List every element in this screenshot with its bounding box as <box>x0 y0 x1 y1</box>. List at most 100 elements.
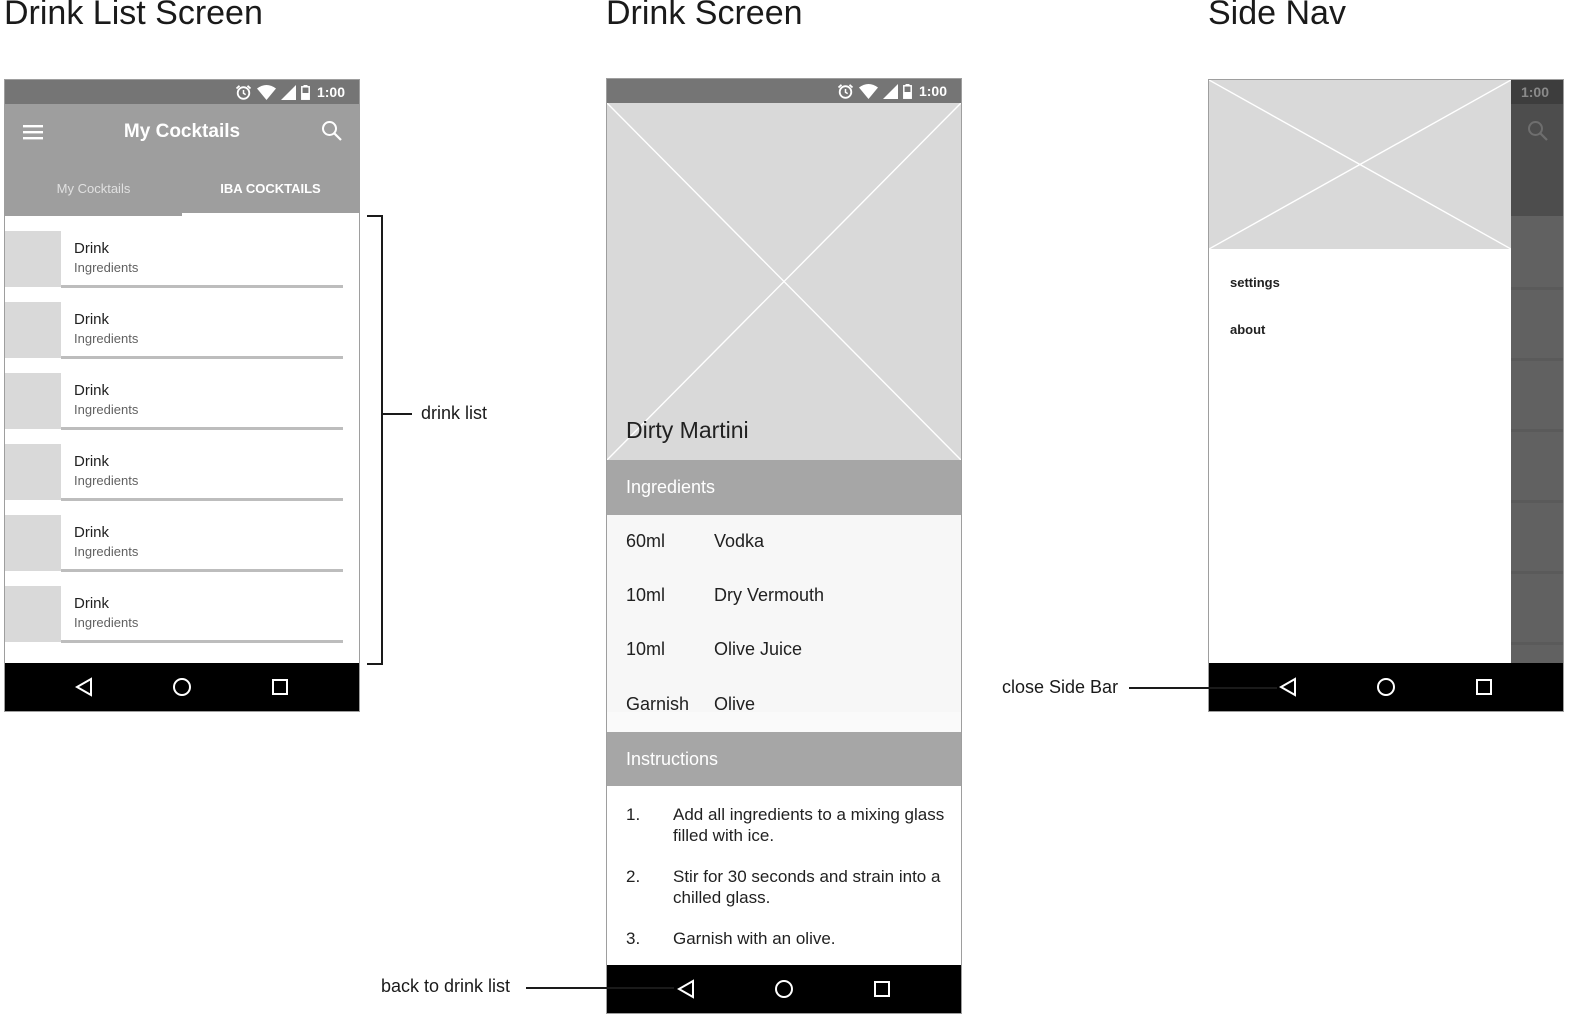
annotation-drink-list: drink list <box>421 403 488 423</box>
bracket-pointer <box>383 413 412 415</box>
tab-bar: My Cocktails IBA COCKTAILS <box>5 160 359 216</box>
home-button[interactable] <box>162 667 202 707</box>
ingredient-amount: 10ml <box>626 585 666 605</box>
status-time: 1:00 <box>918 83 947 99</box>
home-button[interactable] <box>764 969 804 1009</box>
tab-my-cocktails[interactable]: My Cocktails <box>5 160 182 216</box>
drink-thumbnail <box>5 302 61 358</box>
ingredient-name: Olive <box>714 694 756 714</box>
back-button[interactable] <box>666 969 706 1009</box>
drink-name: Drink <box>74 524 110 541</box>
back-triangle-icon <box>1279 677 1296 697</box>
ingredient-name: Dry Vermouth <box>714 585 825 605</box>
app-bar: My Cocktails <box>5 104 359 160</box>
list-item[interactable]: Drink Ingredients <box>5 571 359 643</box>
drink-ingredients: Ingredients <box>74 473 139 488</box>
ingredients-header: Ingredients <box>607 460 961 515</box>
drink-ingredients: Ingredients <box>74 331 139 346</box>
home-circle-icon <box>1377 678 1395 696</box>
drink-name: Drink <box>74 382 110 399</box>
drawer-item-about[interactable]: about <box>1230 322 1265 337</box>
recents-button[interactable] <box>1464 667 1504 707</box>
drawer-item-settings[interactable]: settings <box>1230 275 1280 290</box>
drink-thumbnail <box>5 231 61 287</box>
side-nav-phone: 1:00 settings about <box>1208 79 1564 712</box>
ingredients-list: 60ml Vodka 10ml Dry Vermouth 10ml Olive … <box>607 515 961 714</box>
annotation-back-to-drink-list: back to drink list <box>381 976 511 996</box>
system-nav-bar <box>5 663 359 711</box>
home-circle-icon <box>775 980 793 998</box>
search-button[interactable] <box>321 120 345 144</box>
drink-list-phone: 1:00 My Cocktails My Cocktails IBA COCKT… <box>4 79 360 712</box>
drink-name: Drink <box>74 311 110 328</box>
search-icon <box>322 121 342 141</box>
drawer-header-image <box>1209 80 1511 249</box>
drink-thumbnail <box>5 586 61 642</box>
step-number: 1. <box>626 805 641 824</box>
home-circle-icon <box>173 678 191 696</box>
ingredient-name: Olive Juice <box>714 639 803 659</box>
list-item[interactable]: Drink Ingredients <box>5 216 359 288</box>
bracket-bottom <box>367 663 382 665</box>
back-button[interactable] <box>64 667 104 707</box>
signal-icon <box>280 84 296 100</box>
back-triangle-icon <box>75 677 92 697</box>
battery-icon <box>903 83 912 99</box>
image-placeholder-icon <box>1209 80 1511 249</box>
ingredient-name: Vodka <box>714 531 765 551</box>
status-bar: 1:00 <box>607 79 961 103</box>
annotation-close-side-bar: close Side Bar <box>1002 677 1119 697</box>
drink-ingredients: Ingredients <box>74 260 139 275</box>
search-icon <box>1528 121 1548 141</box>
divider <box>1503 287 1563 290</box>
ingredient-amount: 60ml <box>626 531 666 551</box>
battery-icon <box>301 84 310 100</box>
drink-screen-title: Drink Screen <box>606 0 803 32</box>
list-item[interactable]: Drink Ingredients <box>5 500 359 572</box>
alarm-icon <box>837 84 854 99</box>
recents-button[interactable] <box>260 667 300 707</box>
status-bar: 1:00 <box>5 80 359 104</box>
tab-iba-cocktails[interactable]: IBA COCKTAILS <box>182 160 359 216</box>
side-nav-drawer: settings about <box>1209 80 1511 663</box>
divider <box>1503 500 1563 503</box>
ingredient-amount: 10ml <box>626 639 666 659</box>
home-button[interactable] <box>1366 667 1406 707</box>
divider <box>1503 358 1563 361</box>
drink-ingredients: Ingredients <box>74 402 139 417</box>
status-time: 1:00 <box>316 84 345 100</box>
side-nav-title: Side Nav <box>1208 0 1346 32</box>
step-number: 3. <box>626 929 641 948</box>
annotation-pointer <box>526 987 674 989</box>
recents-button[interactable] <box>862 969 902 1009</box>
divider <box>1503 642 1563 645</box>
drink-list-screen-title: Drink List Screen <box>4 0 263 32</box>
list-item[interactable]: Drink Ingredients <box>5 429 359 501</box>
drink-thumbnail <box>5 515 61 571</box>
drink-ingredients: Ingredients <box>74 544 139 559</box>
recents-square-icon <box>1476 679 1492 695</box>
drink-thumbnail <box>5 373 61 429</box>
ingredient-amount: Garnish <box>626 694 690 714</box>
list-item[interactable]: Drink Ingredients <box>5 287 359 359</box>
bracket-top <box>367 215 382 217</box>
annotation-pointer <box>1129 687 1277 689</box>
app-title: My Cocktails <box>123 121 241 142</box>
step-text: Add all ingredients to a mixing glass fi… <box>673 805 945 845</box>
image-placeholder-icon <box>607 103 961 460</box>
divider <box>1503 429 1563 432</box>
divider <box>1503 571 1563 574</box>
back-triangle-icon <box>677 979 694 999</box>
recents-square-icon <box>272 679 288 695</box>
alarm-icon <box>235 85 252 100</box>
drink-hero-image: Dirty Martini <box>607 103 961 460</box>
bracket-vertical <box>381 215 383 665</box>
system-nav-bar <box>607 965 961 1013</box>
list-item[interactable]: Drink Ingredients <box>5 358 359 430</box>
instructions-header: Instructions <box>607 732 961 787</box>
drink-ingredients: Ingredients <box>74 615 139 630</box>
drink-thumbnail <box>5 444 61 500</box>
drink-name: Drink <box>74 453 110 470</box>
drink-name: Drink <box>74 595 110 612</box>
drink-phone: 1:00 Dirty Martini Ingredients 60ml Vodk… <box>606 78 962 1014</box>
